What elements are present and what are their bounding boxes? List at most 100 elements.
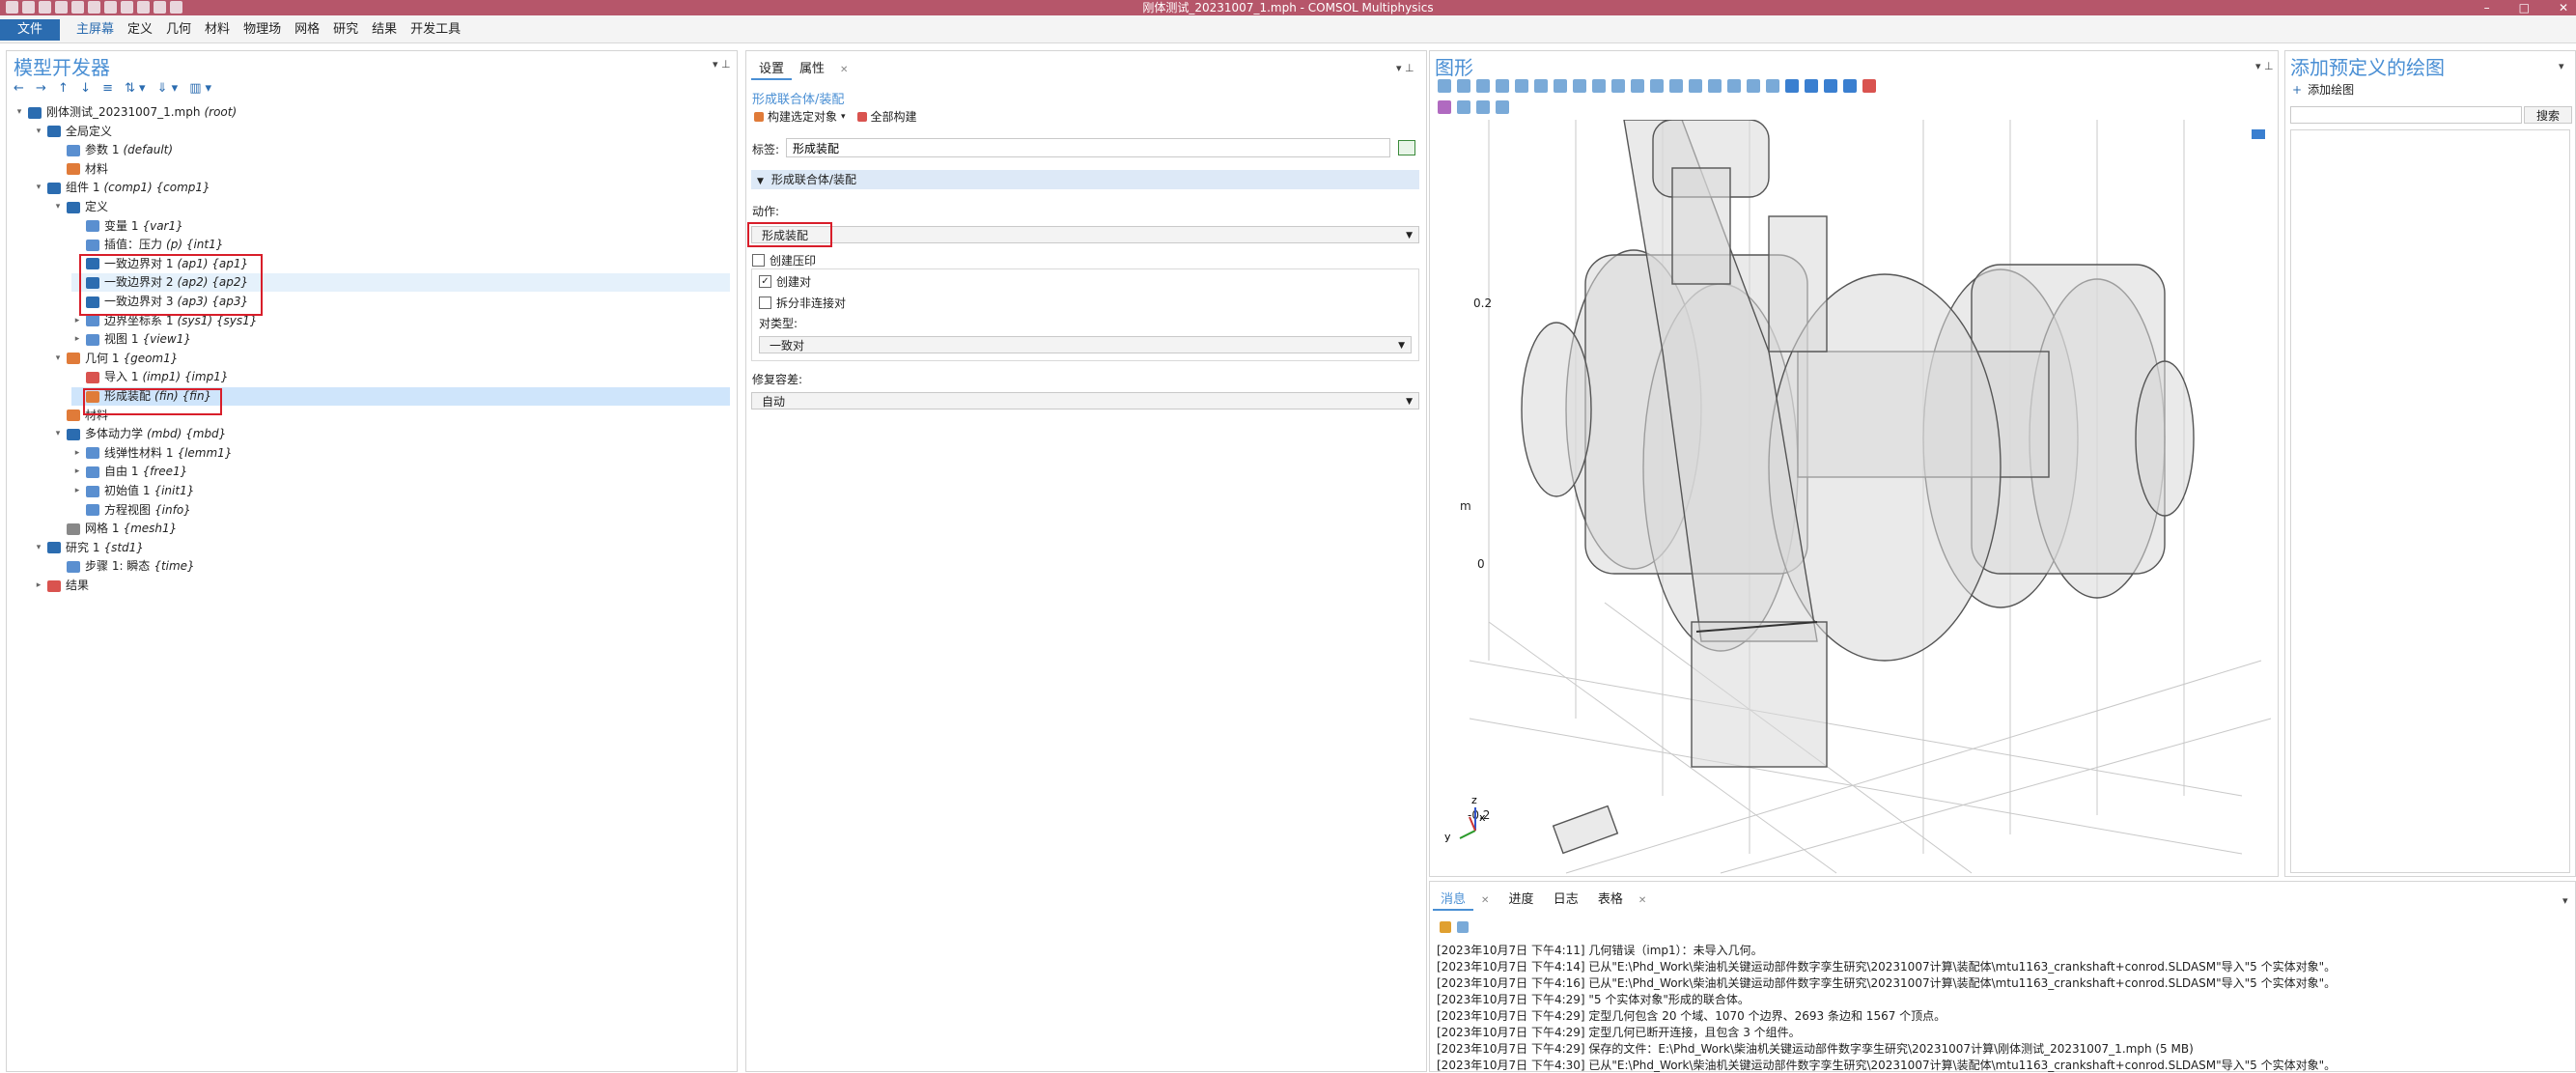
close-button[interactable]: ✕ <box>2559 0 2568 15</box>
gear-icon[interactable] <box>1457 100 1470 114</box>
expand-arrow-icon[interactable]: ▾ <box>14 103 25 122</box>
expand-arrow-icon[interactable]: ▸ <box>71 482 83 500</box>
action-select[interactable]: 形成装配 ▼ <box>751 226 1419 243</box>
color-icon[interactable] <box>1438 100 1451 114</box>
tab-materials[interactable]: 材料 <box>198 19 237 41</box>
expand-arrow-icon[interactable]: ▾ <box>52 425 64 443</box>
search-button[interactable]: 搜索 <box>2524 106 2572 124</box>
clear-messages-icon[interactable] <box>1440 921 1451 933</box>
tab-home[interactable]: 主屏幕 <box>70 19 121 41</box>
camera-icon[interactable] <box>1476 100 1490 114</box>
expand-arrow-icon[interactable]: ▾ <box>52 350 64 368</box>
expand-arrow-icon[interactable]: ▸ <box>71 463 83 481</box>
show-icon[interactable] <box>1747 79 1760 93</box>
tab-messages[interactable]: 消息 <box>1433 887 1474 911</box>
view-xy-icon[interactable] <box>1554 79 1567 93</box>
tree-equation-view[interactable]: 方程视图 {info} <box>71 501 730 520</box>
tab-log[interactable]: 日志 <box>1546 887 1586 909</box>
select-boundaries-icon[interactable] <box>1824 79 1837 93</box>
settings-pin-icon[interactable]: ▾ ⊥ <box>1396 62 1414 74</box>
expand-arrow-icon[interactable]: ▸ <box>71 444 83 463</box>
expand-arrow-icon[interactable]: ▾ <box>52 198 64 216</box>
hide-icon[interactable] <box>1727 79 1741 93</box>
select-domains-icon[interactable] <box>1805 79 1818 93</box>
tab-settings[interactable]: 设置 <box>751 56 793 80</box>
clear-selection-icon[interactable] <box>1862 79 1876 93</box>
build-selected-button[interactable]: 构建选定对象 <box>768 108 837 125</box>
tab-study[interactable]: 研究 <box>326 19 365 41</box>
reset-label-icon[interactable] <box>1398 140 1415 155</box>
tree-definitions[interactable]: ▾ 定义 <box>52 198 730 216</box>
tree-variables[interactable]: 变量 1 {var1} <box>71 217 730 236</box>
tree-global-definitions[interactable]: ▾ 全局定义 <box>33 123 730 141</box>
tree-global-materials[interactable]: 材料 <box>52 160 730 179</box>
tree-study-step[interactable]: 步骤 1: 瞬态 {time} <box>52 557 730 576</box>
view-zx-icon[interactable] <box>1592 79 1606 93</box>
zoom-out-icon[interactable] <box>1457 79 1470 93</box>
select-edges-icon[interactable] <box>1843 79 1857 93</box>
tab-geometry[interactable]: 几何 <box>159 19 198 41</box>
tab-definitions[interactable]: 定义 <box>121 19 159 41</box>
maximize-button[interactable]: □ <box>2519 0 2530 15</box>
chevron-down-icon[interactable]: ▾ <box>841 112 846 122</box>
transparency-icon[interactable] <box>1669 79 1683 93</box>
label-input[interactable] <box>786 138 1390 157</box>
plot-list[interactable] <box>2290 129 2570 873</box>
file-menu[interactable]: 文件 <box>0 19 60 41</box>
tree-parameters[interactable]: 参数 1 (default) <box>52 141 730 159</box>
create-imprint-checkbox[interactable]: 创建压印 <box>752 252 816 268</box>
select-boxes-icon[interactable] <box>1785 79 1799 93</box>
tab-mesh[interactable]: 网格 <box>288 19 326 41</box>
selection-mode-icon[interactable] <box>1766 79 1779 93</box>
tree-multibody-dynamics[interactable]: ▾ 多体动力学 (mbd) {mbd} <box>52 425 730 443</box>
zoom-in-icon[interactable] <box>1438 79 1451 93</box>
graphics-pin-icon[interactable]: ▾ ⊥ <box>2255 60 2274 72</box>
panel-pin-icon[interactable]: ▾ ⊥ <box>713 58 731 71</box>
minimize-button[interactable]: – <box>2484 0 2490 15</box>
view-3d-icon[interactable] <box>1611 79 1625 93</box>
tab-results[interactable]: 结果 <box>365 19 404 41</box>
split-disjoint-checkbox[interactable]: 拆分非连接对 <box>759 295 846 311</box>
tree-geometry[interactable]: ▾ 几何 1 {geom1} <box>52 350 730 368</box>
tab-developer[interactable]: 开发工具 <box>404 19 467 41</box>
wireframe-icon[interactable] <box>1689 79 1702 93</box>
messages-tabs[interactable]: 消息 ✕ 进度 日志 表格 ✕ <box>1433 887 1654 911</box>
create-pairs-checkbox[interactable]: ✓ 创建对 <box>759 273 811 290</box>
tree-interpolation[interactable]: 插值：压力 (p) {int1} <box>71 236 730 254</box>
select-icon[interactable] <box>1515 79 1528 93</box>
tab-physics[interactable]: 物理场 <box>237 19 288 41</box>
expand-arrow-icon[interactable]: ▾ <box>33 179 44 197</box>
axis-icon[interactable] <box>1534 79 1548 93</box>
rotate-icon[interactable] <box>1631 79 1644 93</box>
zoom-extents-icon[interactable] <box>1496 79 1509 93</box>
tree-study[interactable]: ▾ 研究 1 {std1} <box>33 539 730 557</box>
tree-view[interactable]: ▸ 视图 1 {view1} <box>71 330 730 349</box>
close-tab-icon[interactable]: ✕ <box>1631 893 1654 908</box>
tree-toolbar[interactable]: ← → ↑ ↓ ≡ ⇅▾ ⇓▾ ▥▾ <box>14 81 215 96</box>
graphics-toolbar-row2[interactable] <box>1435 100 1512 118</box>
tree-mesh[interactable]: 网格 1 {mesh1} <box>52 520 730 538</box>
close-tab-icon[interactable]: ✕ <box>832 63 855 77</box>
zoom-box-icon[interactable] <box>1476 79 1490 93</box>
copy-messages-icon[interactable] <box>1457 921 1469 933</box>
section-header[interactable]: ▼ 形成联合体/装配 <box>751 170 1419 189</box>
graphics-toolbar[interactable] <box>1435 79 2265 97</box>
tree-results[interactable]: ▸ 结果 <box>33 577 730 595</box>
tree-linear-elastic[interactable]: ▸ 线弹性材料 1 {lemm1} <box>71 444 730 463</box>
tab-properties[interactable]: 属性 <box>792 56 832 78</box>
build-all-button[interactable]: 全部构建 <box>871 108 917 125</box>
tab-table[interactable]: 表格 <box>1590 887 1631 909</box>
expand-arrow-icon[interactable]: ▾ <box>33 123 44 141</box>
expand-arrow-icon[interactable]: ▾ <box>33 539 44 557</box>
expand-arrow-icon[interactable]: ▸ <box>33 577 44 595</box>
tree-component[interactable]: ▾ 组件 1 (comp1) {comp1} <box>33 179 730 197</box>
add-plot-button[interactable]: + 添加绘图 <box>2292 81 2354 98</box>
expand-arrow-icon[interactable]: ▸ <box>71 330 83 349</box>
messages-pin-icon[interactable]: ▾ <box>2562 894 2568 907</box>
tree-free[interactable]: ▸ 自由 1 {free1} <box>71 463 730 481</box>
view-corner-icon[interactable] <box>2252 129 2265 139</box>
render-icon[interactable] <box>1708 79 1722 93</box>
tree-import[interactable]: 导入 1 (imp1) {imp1} <box>71 368 730 386</box>
messages-toolbar[interactable] <box>1437 921 1471 937</box>
plot-pin-icon[interactable]: ▾ <box>2559 60 2564 72</box>
